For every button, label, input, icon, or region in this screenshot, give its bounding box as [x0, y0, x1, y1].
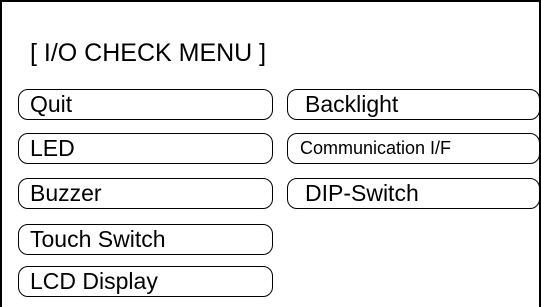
communication-if-button-label: Communication I/F	[300, 138, 452, 158]
buzzer-button-label: Buzzer	[30, 180, 102, 206]
backlight-button-label: Backlight	[305, 91, 399, 117]
touch-switch-button-label: Touch Switch	[30, 226, 166, 252]
quit-button[interactable]: Quit	[18, 89, 273, 120]
menu-title: [ I/O CHECK MENU ]	[30, 39, 267, 67]
touch-switch-button[interactable]: Touch Switch	[18, 224, 273, 255]
led-button[interactable]: LED	[18, 133, 273, 164]
communication-if-button[interactable]: Communication I/F	[287, 133, 540, 164]
backlight-button[interactable]: Backlight	[287, 89, 540, 120]
dip-switch-button[interactable]: DIP-Switch	[287, 178, 540, 209]
buzzer-button[interactable]: Buzzer	[18, 178, 273, 209]
io-check-panel: [ I/O CHECK MENU ] Quit LED Buzzer Touch…	[0, 0, 541, 307]
quit-button-label: Quit	[30, 91, 73, 117]
led-button-label: LED	[30, 135, 75, 161]
dip-switch-button-label: DIP-Switch	[305, 180, 419, 206]
lcd-display-button[interactable]: LCD Display	[18, 266, 273, 297]
lcd-display-button-label: LCD Display	[30, 268, 158, 294]
